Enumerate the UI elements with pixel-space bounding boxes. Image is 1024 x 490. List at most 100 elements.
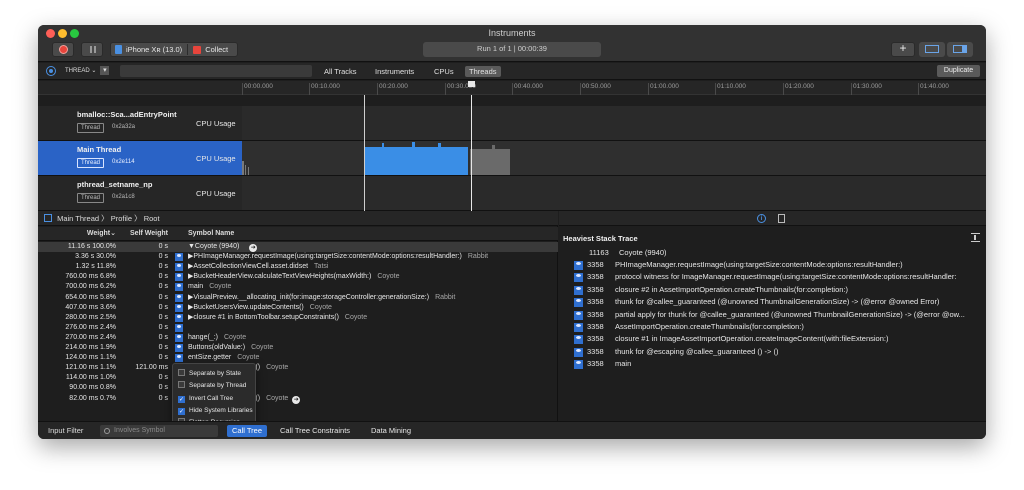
collapse-stack-icon[interactable] <box>971 233 980 242</box>
scope-cpus[interactable]: CPUs <box>430 66 458 77</box>
track-info: Main Thread Thread 0x2e114 CPU Usage <box>38 141 242 175</box>
table-row[interactable]: 760.00 ms 6.8% 0 s ▶BucketHeaderView.calcu… <box>38 272 558 282</box>
playhead[interactable] <box>471 95 472 211</box>
cpu-usage-graph[interactable] <box>242 176 986 210</box>
scope-instruments[interactable]: Instruments <box>371 66 418 77</box>
tick-label: 01:30.000 <box>851 83 882 95</box>
table-row[interactable]: 121.00 ms 1.1%121.00 msdAvatarsToStackVi… <box>38 363 558 373</box>
record-button[interactable] <box>52 42 74 57</box>
tab-call-tree-constraints[interactable]: Call Tree Constraints <box>275 425 355 437</box>
menu-item-separate-by-state[interactable]: Separate by State <box>178 368 241 380</box>
track-row[interactable]: pthread_setname_np Thread 0x2a1c8 CPU Us… <box>38 176 986 211</box>
thread-id: 0x2a1c8 <box>112 194 135 200</box>
cpu-usage-graph[interactable] <box>242 106 986 140</box>
table-row[interactable]: 3.36 s 30.0% 0 s ▶PHImageManager.requestIm… <box>38 252 558 262</box>
column-self-weight[interactable]: Self Weight <box>120 227 168 241</box>
menu-item-separate-by-thread[interactable]: Separate by Thread <box>178 380 246 392</box>
table-row[interactable]: 82.00 ms 0.7%0 sdAvatarsToStackView()Coy… <box>38 394 558 404</box>
tab-call-tree[interactable]: Call Tree <box>227 425 268 437</box>
scope-threads[interactable]: Threads <box>465 66 501 77</box>
cpu-sample <box>248 167 249 175</box>
stack-frame[interactable]: 3358 partial apply for thunk for @callee_… <box>559 309 986 321</box>
jump-bar-item[interactable]: Main Thread <box>57 214 99 223</box>
toggle-detail-view-button[interactable] <box>919 42 945 57</box>
table-row[interactable]: 90.00 ms 0.8%0 sts()Coyote <box>38 383 558 393</box>
track-filter-input[interactable] <box>120 65 312 77</box>
table-row[interactable]: 407.00 ms 3.6% 0 s ▶BucketUsersView.update… <box>38 303 558 313</box>
table-row[interactable]: 1.32 s 11.8% 0 s ▶AssetCollectionViewCell.… <box>38 262 558 272</box>
tick-label: 01:40.000 <box>918 83 949 95</box>
target-app: Collect <box>205 45 229 54</box>
table-row[interactable]: 280.00 ms 2.5% 0 s ▶closure #1 in BottomTo… <box>38 313 558 323</box>
focus-arrow-icon[interactable]: ➜ <box>249 244 258 252</box>
cpu-burst-peak <box>412 142 415 148</box>
frame-count: 3358 <box>587 272 604 282</box>
track-name: pthread_setname_np <box>77 180 153 189</box>
stack-frame[interactable]: 3358 protocol witness for ImageManager.re… <box>559 271 986 283</box>
target-selector[interactable]: iPhone Xʀ (13.0) Collect <box>110 42 238 57</box>
table-row[interactable]: 654.00 ms 5.8% 0 s ▶VisualPreview.__alloca… <box>38 293 558 303</box>
self-weight-cell: 0 s <box>158 354 168 362</box>
stack-frame[interactable]: 3358 AssetImportOperation.createThumbnail… <box>559 321 986 333</box>
tick-label: 01:10.000 <box>715 83 746 95</box>
info-icon[interactable]: i <box>757 214 766 223</box>
jump-bar-item[interactable]: Root <box>144 214 160 223</box>
duplicate-button[interactable]: Duplicate <box>937 65 980 77</box>
frame-count: 3358 <box>587 334 604 344</box>
playhead-handle[interactable] <box>468 81 475 87</box>
table-row[interactable]: 114.00 ms 1.0% 0 s <box>38 373 558 383</box>
cpu-burst-peak <box>438 143 441 149</box>
weight-cell: 3.36 s 30.0% <box>75 253 116 261</box>
pause-button[interactable] <box>81 42 103 57</box>
table-row[interactable]: 11.16 s 100.0% 0 s ▼Coyote (9940) ➜ <box>38 242 558 252</box>
cpu-burst <box>364 147 468 175</box>
symbol-cell: ▼Coyote (9940) ➜ <box>188 242 258 252</box>
symbol-name: ▶BucketHeaderView.calculateTextViewHeigh… <box>188 273 372 281</box>
jump-bar: Main Thread 〉 Profile 〉 Root <box>38 211 558 226</box>
thread-filter-selector[interactable]: THREAD ⌄ ▾ <box>65 66 110 77</box>
involves-symbol-input[interactable]: Involves Symbol <box>100 425 218 437</box>
user-code-icon <box>574 347 583 357</box>
weight-cell: 11.16 s 100.0% <box>67 243 116 250</box>
record-icon <box>59 45 68 54</box>
stack-frame[interactable]: 3358 closure #2 in AssetImportOperation.c… <box>559 284 986 296</box>
column-symbol-name[interactable]: Symbol Name <box>188 227 234 241</box>
weight-cell: 276.00 ms 2.4% <box>65 323 116 331</box>
scope-all-tracks[interactable]: All Tracks <box>320 66 361 77</box>
column-weight[interactable]: Weight⌄ <box>44 227 116 241</box>
jump-bar-item[interactable]: Profile <box>111 214 132 223</box>
table-row[interactable]: 124.00 ms 1.1% 0 s entSize.getter Coyote <box>38 353 558 363</box>
frame-name: protocol witness for ImageManager.reques… <box>615 272 957 282</box>
table-row[interactable]: 270.00 ms 2.4% 0 s hange(_:) Coyote <box>38 333 558 343</box>
menu-item-hide-system-libraries[interactable]: ✓ Hide System Libraries <box>178 405 253 417</box>
focus-arrow-icon[interactable]: ➜ <box>292 395 301 404</box>
weight-cell: 270.00 ms 2.4% <box>65 333 116 341</box>
symbol-cell: hange(_:) Coyote <box>188 333 246 343</box>
symbol-name: ▶PHImageManager.requestImage(using:targe… <box>188 253 462 261</box>
stack-frame[interactable]: 3358 main <box>559 358 986 370</box>
menu-item-invert-call-tree[interactable]: ✓ Invert Call Tree <box>178 393 233 405</box>
add-instrument-button[interactable]: + <box>891 42 915 57</box>
filter-target-icon[interactable] <box>46 66 56 76</box>
table-row[interactable]: 700.00 ms 6.2% 0 s main Coyote <box>38 282 558 292</box>
stack-frame[interactable]: 3358 thunk for @escaping @callee_guarante… <box>559 346 986 358</box>
toggle-inspector-button[interactable] <box>947 42 973 57</box>
stack-frame[interactable]: 3358 thunk for @callee_guaranteed (@unown… <box>559 296 986 308</box>
tab-data-mining[interactable]: Data Mining <box>366 425 416 437</box>
stack-frame-root[interactable]: 11163 Coyote (9940) <box>559 247 986 259</box>
track-row[interactable]: bmalloc::Sca...adEntryPoint Thread 0x2a3… <box>38 106 986 141</box>
table-row[interactable]: 214.00 ms 1.9% 0 s Buttons(oldValue:) Coyot… <box>38 343 558 353</box>
stack-frame[interactable]: 3358 PHImageManager.requestImage(using:ta… <box>559 259 986 271</box>
cpu-usage-graph[interactable] <box>242 141 986 175</box>
document-icon[interactable] <box>778 214 785 223</box>
table-row[interactable]: 276.00 ms 2.4% 0 s <box>38 323 558 333</box>
library-name: Tatsi <box>314 263 329 271</box>
stack-frame[interactable]: 3358 closure #1 in ImageAssetImportOperat… <box>559 333 986 345</box>
weight-cell: 654.00 ms 5.8% <box>65 293 116 301</box>
time-ruler[interactable]: 00:00.000 00:10.000 00:20.000 00:30.000 … <box>242 81 986 95</box>
user-code-icon <box>175 313 183 322</box>
track-row-selected[interactable]: Main Thread Thread 0x2e114 CPU Usage <box>38 141 986 176</box>
symbol-cell: Buttons(oldValue:) Coyote <box>188 343 273 353</box>
self-weight-cell: 0 s <box>158 323 168 331</box>
tick-label: 00:10.000 <box>309 83 340 95</box>
